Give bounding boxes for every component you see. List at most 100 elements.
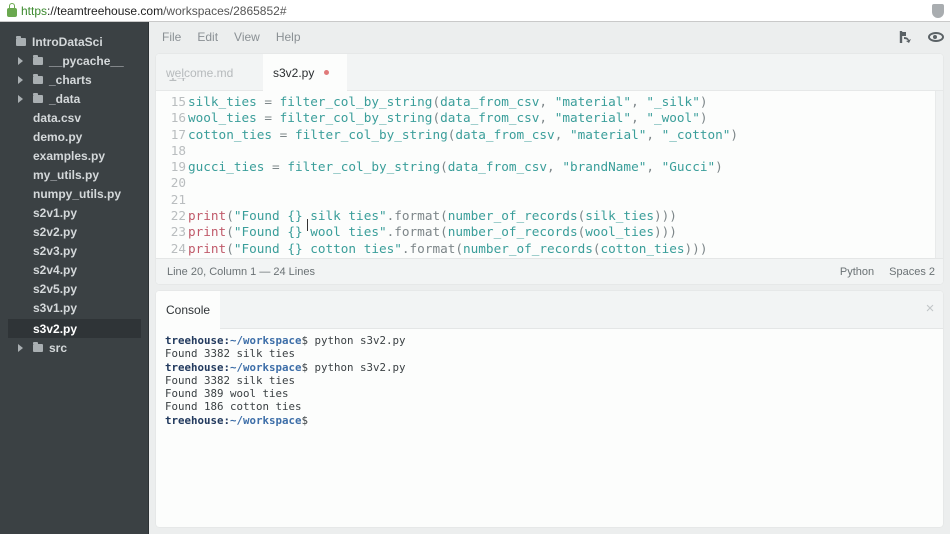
browser-address-bar[interactable]: https://teamtreehouse.com/workspaces/286… <box>0 0 950 22</box>
sidebar-item-label: src <box>49 340 68 355</box>
code-identifier: data_from_csv <box>455 126 555 142</box>
code-line[interactable]: 15 silk_ties = filter_col_by_string(data… <box>156 94 935 110</box>
sidebar-item-charts[interactable]: _charts <box>0 70 149 89</box>
code-punctuation: .format( <box>401 240 464 256</box>
code-identifier: cotton_ties <box>600 240 685 256</box>
editor-panel: welcome.md s3v2.py 14 15 silk_ties = fil… <box>156 54 943 284</box>
code-line[interactable]: 18 <box>156 143 935 159</box>
prompt-path: ~/workspace <box>230 334 302 347</box>
code-line[interactable]: 19 gucci_ties = filter_col_by_string(dat… <box>156 159 935 175</box>
code-identifier: wool_ties <box>585 224 654 240</box>
menubar-actions <box>898 22 950 52</box>
sidebar-item-s3v1-py[interactable]: s3v1.py <box>0 298 149 317</box>
console-output[interactable]: treehouse:~/workspace$ python s3v2.py Fou… <box>165 334 406 427</box>
sidebar-item-data-csv[interactable]: data.csv <box>0 108 149 127</box>
sidebar-item-s3v2-py[interactable]: s3v2.py <box>8 319 141 338</box>
code-punctuation: ( <box>432 110 441 126</box>
sidebar-item-examples-py[interactable]: examples.py <box>0 146 149 165</box>
code-punctuation: , <box>539 94 555 109</box>
sidebar-item-demo-py[interactable]: demo.py <box>0 127 149 146</box>
sidebar-item-s2v4-py[interactable]: s2v4.py <box>0 260 149 279</box>
expand-arrow-icon[interactable] <box>18 94 23 103</box>
console-panel: Console × treehouse:~/workspace$ python … <box>156 291 943 527</box>
sidebar-item-label: s3v2.py <box>33 321 78 336</box>
code-punctuation: , <box>539 110 555 126</box>
code-identifier: data_from_csv <box>447 159 548 175</box>
code-punctuation: .format( <box>386 208 448 224</box>
code-identifier: wool_ties <box>188 110 257 126</box>
code-identifier: data_from_csv <box>440 94 540 109</box>
code-line[interactable]: 16 wool_ties = filter_col_by_string(data… <box>156 110 935 126</box>
close-icon[interactable]: × <box>924 301 936 316</box>
sidebar-item-s2v3-py[interactable]: s2v3.py <box>0 241 149 260</box>
sidebar-item-label: s3v1.py <box>33 300 78 315</box>
prompt-symbol: $ <box>301 413 309 427</box>
console-prompt-line: treehouse:~/workspace$ python s3v2.py <box>165 361 406 374</box>
code-identifier: filter_col_by_string <box>294 126 448 142</box>
indent-setting[interactable]: Spaces 2 <box>889 266 935 278</box>
code-string: "_wool" <box>646 110 700 126</box>
code-punctuation: = <box>272 126 295 142</box>
code-line[interactable]: 23 print("Found {} wool ties".format(num… <box>156 224 935 240</box>
language-mode[interactable]: Python <box>840 266 874 278</box>
line-number: 20 <box>170 175 186 191</box>
shield-icon[interactable] <box>932 4 944 18</box>
console-header: Console × <box>156 291 943 329</box>
folder-icon <box>33 92 43 103</box>
code-punctuation: = <box>256 110 280 126</box>
code-punctuation: , <box>646 159 662 175</box>
sidebar-item-pycache[interactable]: __pycache__ <box>0 51 149 70</box>
menu-file[interactable]: File <box>162 30 181 44</box>
code-punctuation: = <box>256 94 280 109</box>
folder-icon <box>16 35 26 46</box>
code-punctuation: ( <box>226 208 234 224</box>
code-line[interactable]: 24 print("Found {} cotton ties".format(n… <box>156 241 935 257</box>
sidebar-item-label: _data <box>49 91 81 106</box>
sidebar-item-s2v1-py[interactable]: s2v1.py <box>0 203 149 222</box>
console-prompt-line: treehouse:~/workspace$ python s3v2.py <box>165 334 406 347</box>
editor-scrollbar[interactable] <box>935 91 943 258</box>
code-line[interactable]: 20 <box>156 175 935 191</box>
sidebar-item-s2v2-py[interactable]: s2v2.py <box>0 222 149 241</box>
sidebar-item-numpy-utils-py[interactable]: numpy_utils.py <box>0 184 149 203</box>
code-editor[interactable]: 15 silk_ties = filter_col_by_string(data… <box>156 94 935 258</box>
expand-arrow-icon[interactable] <box>18 56 23 65</box>
menu-view[interactable]: View <box>234 30 260 44</box>
sidebar-item-label: demo.py <box>33 129 83 144</box>
code-line[interactable]: 21 <box>156 192 935 208</box>
sidebar-item-introdatasci[interactable]: IntroDataSci <box>0 32 149 51</box>
sidebar-item-label: __pycache__ <box>49 53 124 68</box>
code-punctuation: ( <box>226 240 234 256</box>
menubar: File Edit View Help <box>149 22 950 52</box>
menu-edit[interactable]: Edit <box>197 30 218 44</box>
code-identifier: number_of_records <box>447 208 578 224</box>
lock-icon <box>7 3 17 17</box>
console-tab[interactable]: Console <box>156 291 220 329</box>
sidebar-item-label: s2v5.py <box>33 281 78 296</box>
sidebar-item-src[interactable]: src <box>0 338 149 357</box>
code-line[interactable]: 17 cotton_ties = filter_col_by_string(da… <box>156 127 935 143</box>
sidebar-item-s2v5-py[interactable]: s2v5.py <box>0 279 149 298</box>
code-string: "_cotton" <box>661 126 731 142</box>
share-icon[interactable] <box>898 30 912 44</box>
code-line[interactable]: 22 print("Found {} silk ties".format(num… <box>156 208 935 224</box>
sidebar-item-my-utils-py[interactable]: my_utils.py <box>0 165 149 184</box>
main-area: File Edit View Help welcome.md s3v2.py 1… <box>149 22 950 534</box>
code-punctuation: , <box>554 126 570 142</box>
expand-arrow-icon[interactable] <box>18 75 23 84</box>
sidebar-item-data[interactable]: _data <box>0 89 149 108</box>
folder-icon <box>33 54 43 65</box>
code-punctuation: ( <box>432 94 441 109</box>
code-keyword: print <box>188 240 227 256</box>
preview-eye-icon[interactable] <box>928 32 944 42</box>
code-string: "Gucci" <box>661 159 716 175</box>
expand-arrow-icon[interactable] <box>18 343 23 352</box>
code-identifier: cotton_ties <box>188 126 273 142</box>
url-text[interactable]: https://teamtreehouse.com/workspaces/286… <box>21 4 287 18</box>
menu-help[interactable]: Help <box>276 30 301 44</box>
code-identifier: silk_ties <box>585 208 654 224</box>
code-identifier: data_from_csv <box>440 110 540 126</box>
code-punctuation: ) <box>730 126 739 142</box>
code-keyword: print <box>188 224 227 240</box>
gutter-pad <box>186 175 188 191</box>
